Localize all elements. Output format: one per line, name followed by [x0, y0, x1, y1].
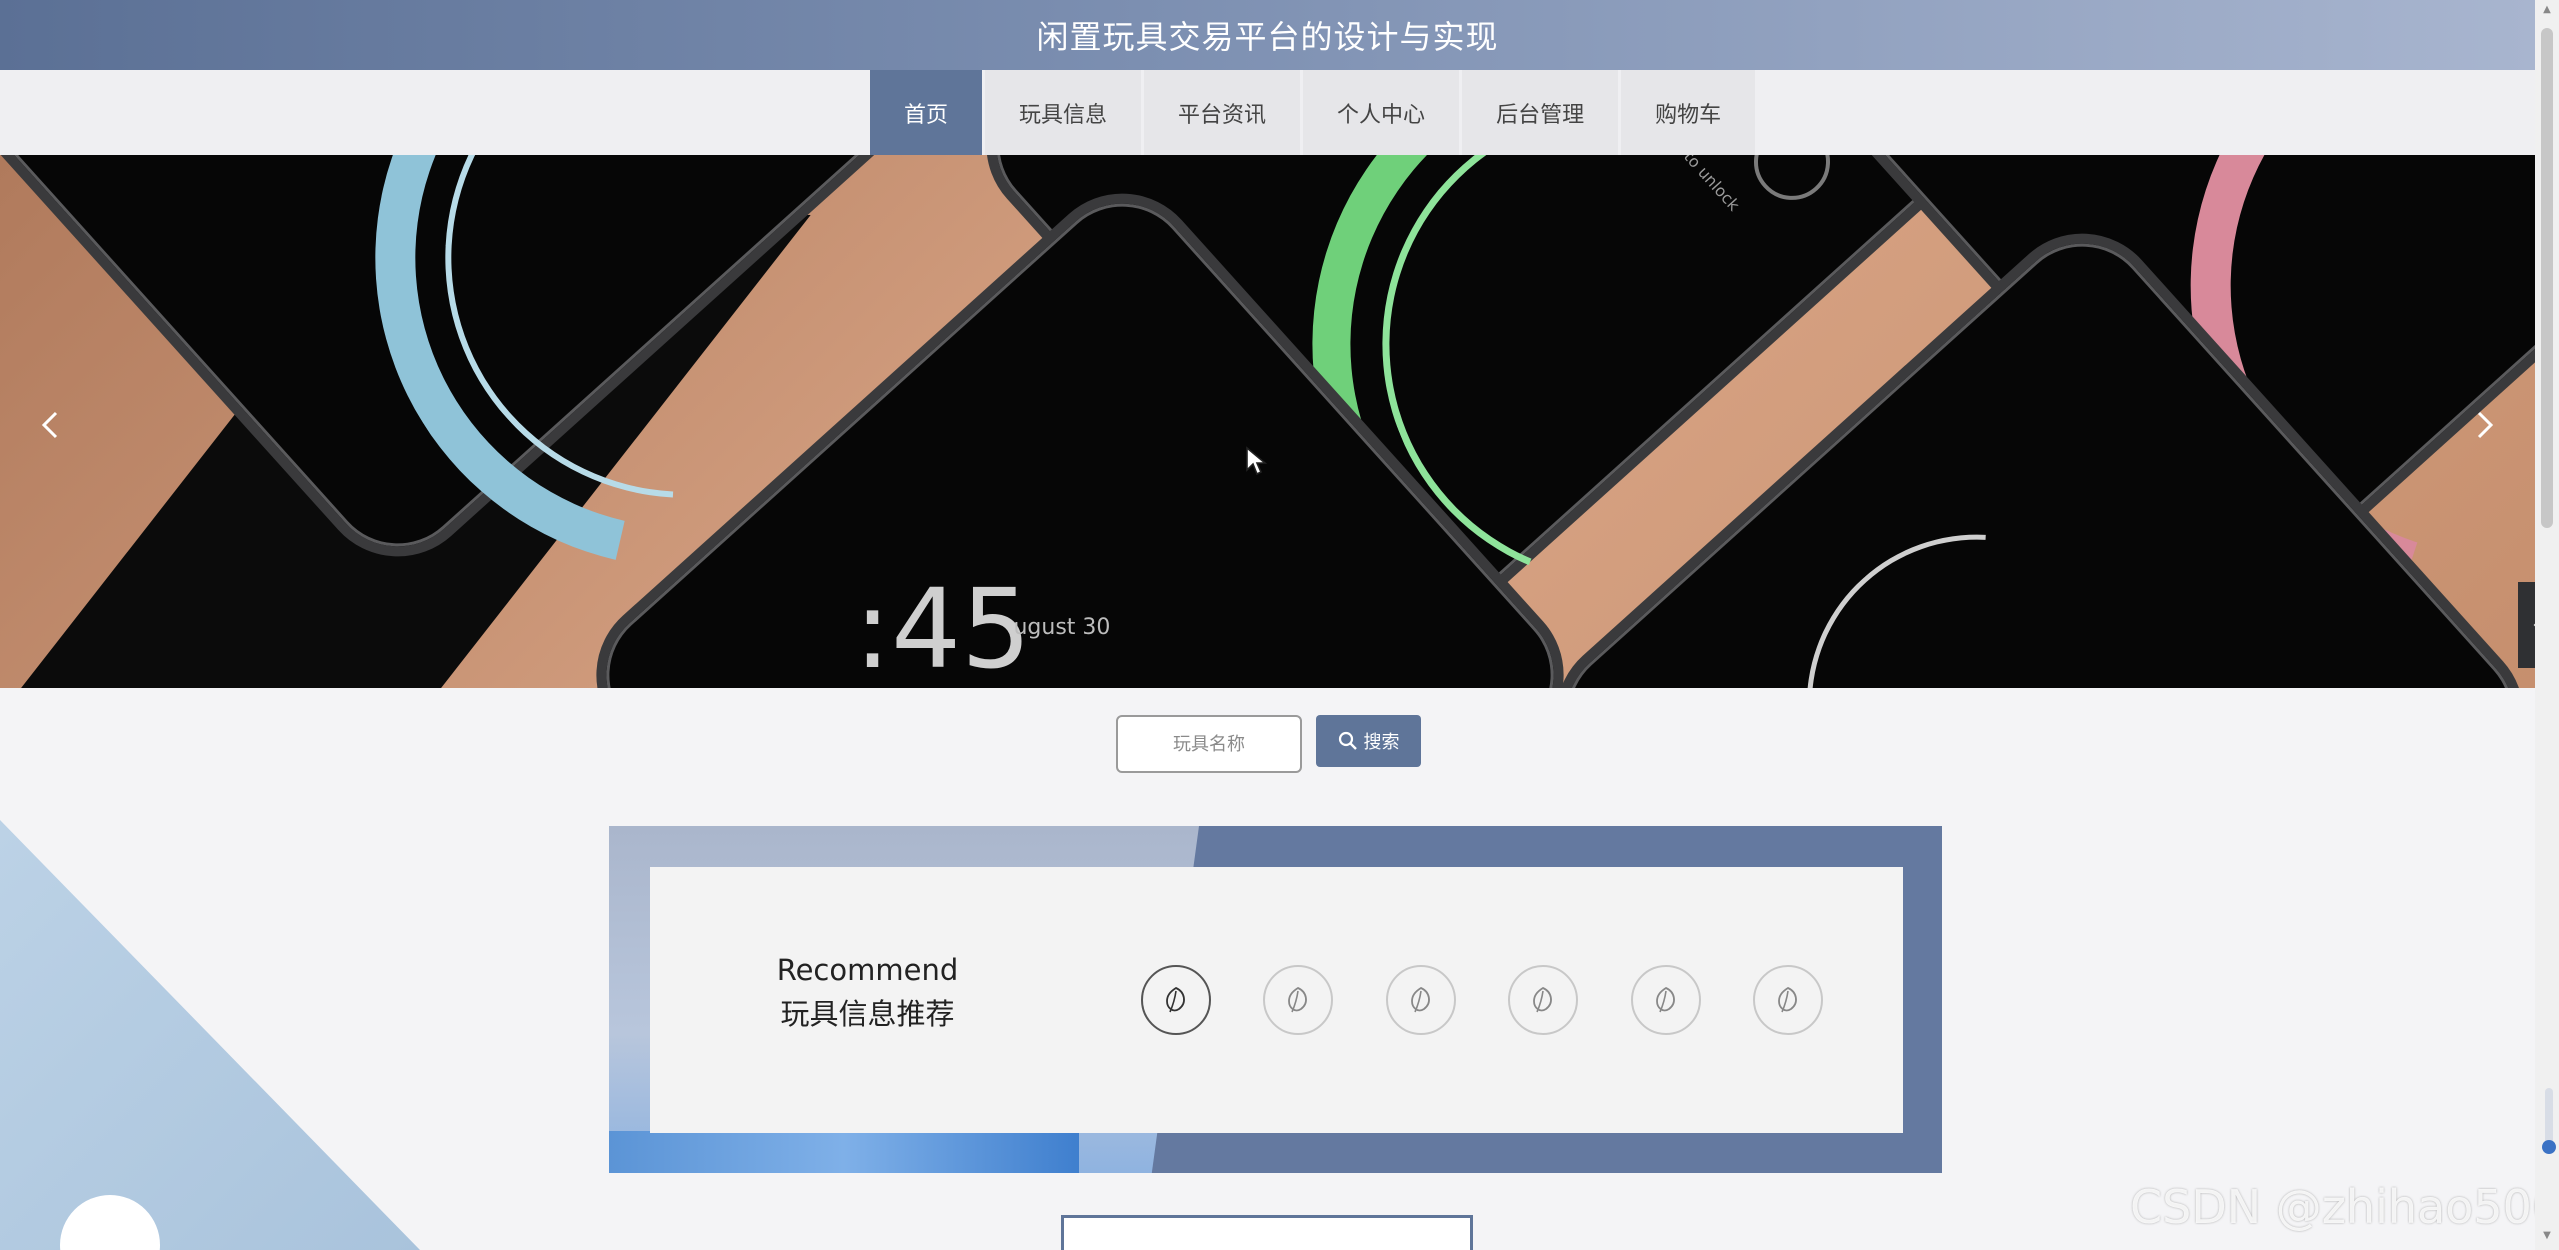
page: 闲置玩具交易平台的设计与实现 首页 玩具信息 平台资讯 个人中心 后台管理 购物…	[0, 0, 2559, 1250]
nav-item-user-center[interactable]: 个人中心	[1303, 70, 1460, 155]
nav-item-home[interactable]: 首页	[870, 70, 983, 155]
nav-item-cart[interactable]: 购物车	[1621, 70, 1756, 155]
nav-item-label: 平台资讯	[1178, 102, 1267, 128]
site-title-bar: 闲置玩具交易平台的设计与实现	[0, 0, 2535, 70]
recommend-dot-6[interactable]	[1753, 965, 1823, 1035]
chevron-left-icon	[41, 411, 58, 439]
nav-item-label: 个人中心	[1337, 102, 1426, 128]
search-button[interactable]: 搜索	[1316, 715, 1421, 767]
nav-item-label: 后台管理	[1496, 102, 1585, 128]
recommend-dot-2[interactable]	[1263, 965, 1333, 1035]
decorative-triangle	[0, 820, 420, 1250]
site-title: 闲置玩具交易平台的设计与实现	[1036, 18, 1499, 56]
nav-item-admin[interactable]: 后台管理	[1462, 70, 1619, 155]
recommend-frame-strip	[609, 1131, 1079, 1173]
recommend-title-en: Recommend	[776, 953, 959, 987]
recommend-title: Recommend 玩具信息推荐	[770, 948, 965, 1036]
banner-date: ugust 30	[1013, 614, 1111, 640]
recommend-title-cn: 玩具信息推荐	[780, 997, 955, 1031]
recommend-dot-4[interactable]	[1508, 965, 1578, 1035]
leaf-icon	[1533, 986, 1552, 1013]
banner-clock: :45	[854, 565, 1032, 688]
scrollbar-thumb[interactable]	[2541, 28, 2553, 528]
leaf-icon	[1166, 986, 1185, 1013]
search-icon	[1338, 731, 1357, 750]
leaf-icon	[1288, 986, 1307, 1013]
leaf-icon	[1411, 986, 1430, 1013]
scroll-down-icon[interactable]: ▼	[2539, 1230, 2555, 1246]
banner-next-button[interactable]	[2460, 395, 2510, 455]
main-nav: 首页 玩具信息 平台资讯 个人中心 后台管理 购物车	[0, 70, 2535, 155]
thermometer-icon	[2542, 1088, 2556, 1154]
toy-name-search-input[interactable]	[1116, 715, 1302, 773]
nav-item-label: 首页	[904, 102, 949, 128]
nav-item-platform-news[interactable]: 平台资讯	[1144, 70, 1301, 155]
recommend-dot-1[interactable]	[1141, 965, 1211, 1035]
search-button-label: 搜索	[1363, 732, 1400, 753]
banner-carousel[interactable]: Press home to unlock Press home to unloc…	[0, 155, 2535, 688]
leaf-icon	[1778, 986, 1797, 1013]
recommend-dot-5[interactable]	[1631, 965, 1701, 1035]
nav-items: 首页 玩具信息 平台资讯 个人中心 后台管理 购物车	[870, 70, 1758, 155]
watermark: CSDN @zhihao506	[2130, 1180, 2559, 1234]
nav-item-label: 购物车	[1655, 102, 1722, 128]
nav-item-label: 玩具信息	[1019, 102, 1108, 128]
banner-prev-button[interactable]	[25, 395, 75, 455]
page-scrollbar[interactable]: ▲ ▼	[2535, 0, 2559, 1250]
scroll-up-icon[interactable]: ▲	[2539, 4, 2555, 20]
leaf-icon	[1656, 986, 1675, 1013]
next-section-frame	[1061, 1215, 1473, 1250]
banner-ring	[1736, 464, 2217, 688]
mouse-cursor-icon	[1246, 446, 1267, 476]
recommend-dot-3[interactable]	[1386, 965, 1456, 1035]
chevron-right-icon	[2477, 411, 2494, 439]
nav-item-toy-info[interactable]: 玩具信息	[985, 70, 1142, 155]
